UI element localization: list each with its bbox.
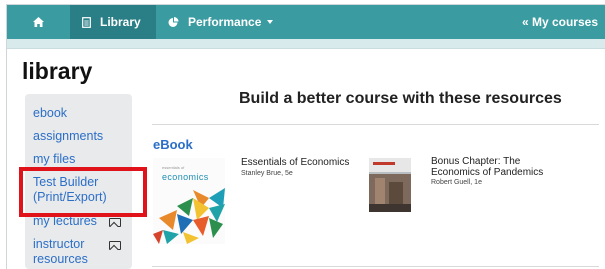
nav-library-tab[interactable]: Library [70, 5, 156, 39]
nav-performance-tab[interactable]: Performance [156, 5, 286, 39]
book-title-bonus-chapter[interactable]: Bonus Chapter: The Economics of Pandemic… [431, 156, 551, 178]
cover-art [369, 158, 411, 212]
home-icon [33, 17, 44, 27]
cover-art [153, 188, 225, 244]
nav-library-label: Library [100, 15, 141, 29]
document-icon [82, 16, 91, 28]
pie-chart-icon [168, 16, 179, 27]
divider [152, 266, 599, 267]
sidebar-item-instructor-resources[interactable]: instructor resources [33, 237, 103, 267]
external-window-icon[interactable] [109, 218, 121, 227]
nav-my-courses-link[interactable]: « My courses [512, 5, 605, 39]
book-cover-essentials[interactable]: essentials of economics [153, 158, 225, 244]
sidebar-item-assignments[interactable]: assignments [33, 129, 103, 144]
book-author-bonus-chapter: Robert Guell, 1e [431, 179, 482, 186]
chevron-down-icon [267, 20, 274, 24]
sidebar-item-ebook[interactable]: ebook [33, 106, 67, 121]
nav-performance-label: Performance [188, 15, 262, 29]
nav-home-tab[interactable] [7, 5, 70, 39]
book-title-essentials[interactable]: Essentials of Economics [241, 157, 349, 168]
book-author-essentials: Stanley Brue, 5e [241, 170, 293, 177]
sidebar-item-my-files[interactable]: my files [33, 152, 75, 167]
divider [152, 124, 599, 125]
highlight-box [19, 167, 147, 217]
page-headline: Build a better course with these resourc… [239, 90, 562, 107]
section-label-ebook: eBook [153, 137, 193, 152]
page-title: library [22, 58, 93, 84]
nav-subbar [7, 39, 605, 49]
nav-my-courses-label: « My courses [521, 15, 598, 29]
top-nav: Library Performance « My courses [7, 5, 605, 39]
external-window-icon[interactable] [109, 241, 121, 250]
book-cover-bonus-chapter[interactable] [369, 158, 411, 212]
